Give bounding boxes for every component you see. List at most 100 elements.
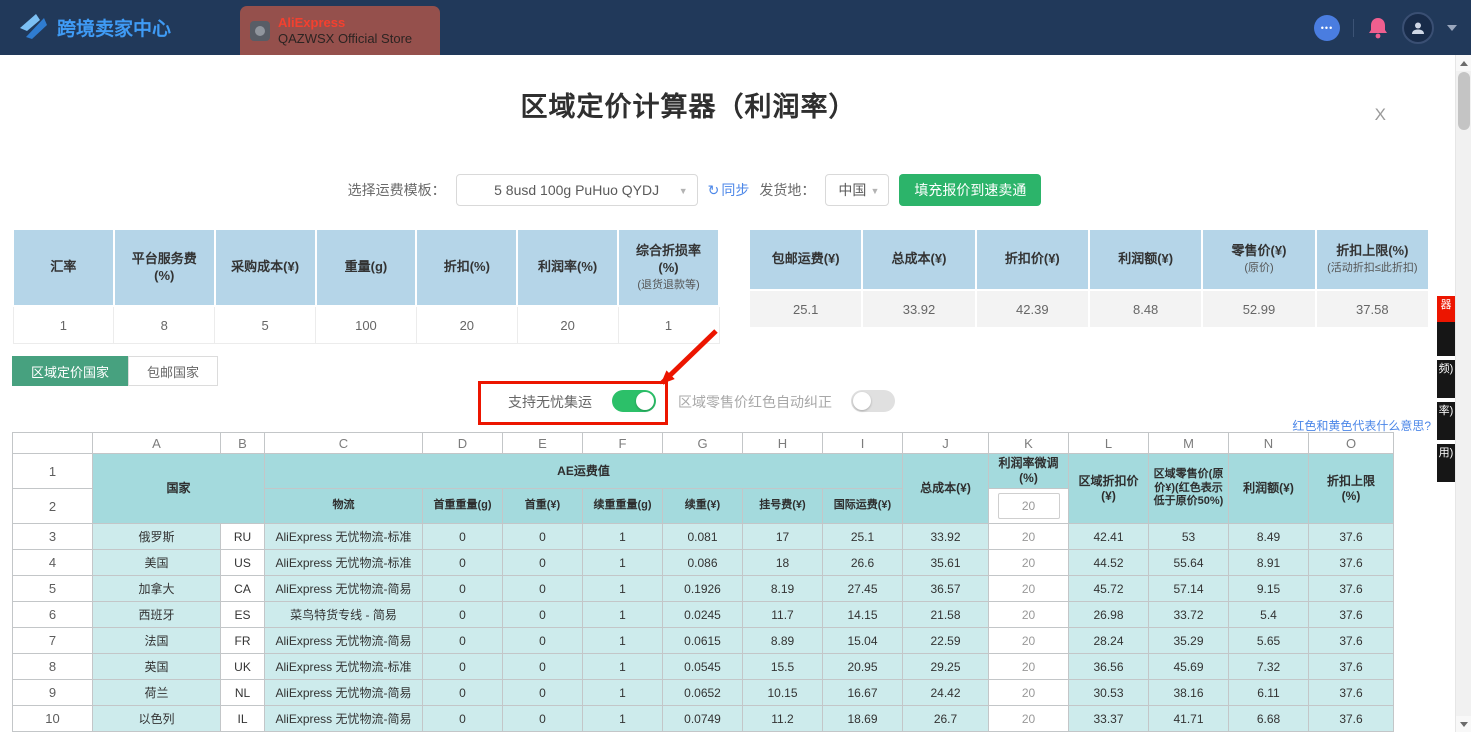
sheet-cell: 0 xyxy=(502,523,583,550)
tab-region-pricing-countries[interactable]: 区域定价国家 xyxy=(12,356,129,386)
sheet-cell: 0.0615 xyxy=(662,627,743,654)
sheet-cell: 0 xyxy=(422,575,503,602)
column-letter: N xyxy=(1228,432,1309,454)
sheet-cell: 以色列 xyxy=(92,705,221,732)
ship-from-select[interactable]: 中国 ▼ xyxy=(825,174,890,206)
brand-title: 跨境卖家中心 xyxy=(57,19,172,40)
results-header-cell: 零售价(¥) (原价) xyxy=(1201,228,1317,291)
pricing-calculator-modal: 区域定价计算器（利润率） X 选择运费模板： 5 8usd 100g PuHuo… xyxy=(0,55,1437,732)
results-value-cell: 52.99 xyxy=(1201,289,1317,329)
toolbar: 选择运费模板： 5 8usd 100g PuHuo QYDJ ▼ ↻ 同步 发货… xyxy=(0,174,1389,206)
intl-freight-header: 国际运费(¥) xyxy=(822,488,903,524)
notifications-bell-icon[interactable] xyxy=(1367,16,1389,40)
sheet-cell: 35.29 xyxy=(1148,627,1229,654)
margin-adjust-cell[interactable]: 20 xyxy=(988,679,1069,706)
row-number: 4 xyxy=(12,549,93,576)
sheet-cell: IL xyxy=(220,705,265,732)
sheet-cell: 英国 xyxy=(92,653,221,680)
sheet-cell: 18 xyxy=(742,549,823,576)
results-header-cell: 利润额(¥) xyxy=(1087,228,1204,291)
params-value-cell: 1 xyxy=(617,305,720,344)
scroll-down-button[interactable] xyxy=(1456,716,1471,732)
user-avatar[interactable] xyxy=(1402,11,1434,44)
margin-adjust-cell[interactable]: 20 xyxy=(988,601,1069,628)
fill-quote-button[interactable]: 填充报价到速卖通 xyxy=(899,174,1042,206)
margin-adjust-input[interactable] xyxy=(997,493,1060,519)
margin-adjust-cell[interactable]: 20 xyxy=(988,549,1069,576)
sheet-cell: 38.16 xyxy=(1148,679,1229,706)
sync-label: 同步 xyxy=(721,182,750,198)
column-letter: E xyxy=(502,432,583,454)
background-tool-button[interactable] xyxy=(1437,322,1455,356)
zone-retail-header: 区域零售价(原价¥)(红色表示低于原价50%) xyxy=(1148,453,1229,524)
results-header-row: 包邮运费(¥) 总成本(¥) 折扣价(¥) 利润额(¥) 零售价(¥) (原价) 折扣上限(… xyxy=(747,228,1431,291)
scroll-up-button[interactable] xyxy=(1456,55,1471,71)
sheet-cell: 25.1 xyxy=(822,523,903,550)
chevron-down-icon: ▼ xyxy=(870,186,880,196)
store-tab[interactable]: AliExpress QAZWSX Official Store xyxy=(240,6,440,55)
sheet-cell: 18.69 xyxy=(822,705,903,732)
toggle-knob xyxy=(636,392,654,410)
first-weight-header: 首重重量(g) xyxy=(422,488,503,524)
sheet-cell: 35.61 xyxy=(902,549,989,576)
sheet-cell: 9.15 xyxy=(1228,575,1309,602)
sheet-cell: 26.98 xyxy=(1068,601,1149,628)
tab-free-shipping-countries[interactable]: 包邮国家 xyxy=(128,356,219,386)
params-values-row: 1 8 5 100 20 20 1 xyxy=(12,305,720,344)
cont-fee-header: 续重(¥) xyxy=(662,488,743,524)
cont-weight-header: 续重重量(g) xyxy=(582,488,663,524)
sheet-cell: 55.64 xyxy=(1148,549,1229,576)
column-letter: F xyxy=(582,432,663,454)
sheet-cell: 俄罗斯 xyxy=(92,523,221,550)
sync-link[interactable]: ↻ 同步 xyxy=(708,180,750,200)
sheet-cell: AliExpress 无忧物流-简易 xyxy=(264,679,423,706)
margin-adjust-cell[interactable]: 20 xyxy=(988,705,1069,732)
margin-adjust-cell[interactable]: 20 xyxy=(988,627,1069,654)
sheet-cell: 1 xyxy=(582,653,663,680)
background-tool-button[interactable]: 器 xyxy=(1437,296,1455,322)
background-tool-button[interactable]: 用) xyxy=(1437,444,1455,482)
ship-from-label: 发货地： xyxy=(759,182,816,198)
params-header-cell: 重量(g) xyxy=(314,228,418,307)
topbar-actions: ••• xyxy=(1314,11,1457,44)
sheet-cell: 8.19 xyxy=(742,575,823,602)
sheet-cell: 7.32 xyxy=(1228,653,1309,680)
messages-icon[interactable]: ••• xyxy=(1314,14,1340,41)
scrollbar-thumb[interactable] xyxy=(1458,72,1470,130)
background-tool-button[interactable]: 率) xyxy=(1437,402,1455,440)
background-tool-button[interactable]: 频) xyxy=(1437,360,1455,398)
margin-adjust-cell[interactable]: 20 xyxy=(988,523,1069,550)
sheet-cell: 24.42 xyxy=(902,679,989,706)
shipping-template-select[interactable]: 5 8usd 100g PuHuo QYDJ ▼ xyxy=(455,174,698,206)
results-value-cell: 37.58 xyxy=(1314,289,1431,329)
sheet-cell: 0.081 xyxy=(662,523,743,550)
sheet-cell: 5.4 xyxy=(1228,601,1309,628)
results-value-cell: 33.92 xyxy=(861,289,977,329)
sheet-cell: 0 xyxy=(422,679,503,706)
margin-adjust-cell[interactable]: 20 xyxy=(988,653,1069,680)
row-number: 6 xyxy=(12,601,93,628)
first-fee-header: 首重(¥) xyxy=(502,488,583,524)
worry-free-consolidation-toggle[interactable] xyxy=(612,390,656,412)
chevron-down-icon: ▼ xyxy=(678,186,688,196)
chat-dots-glyph: ••• xyxy=(1320,22,1334,33)
retail-auto-correct-toggle[interactable] xyxy=(851,390,895,412)
row-number: 2 xyxy=(12,488,93,524)
ae-freight-group-header: AE运费值 xyxy=(264,453,903,489)
worry-free-toggle-label: 支持无忧集运 xyxy=(508,394,592,410)
seller-center-brand[interactable]: 跨境卖家中心 xyxy=(18,12,171,44)
toggle-row: 支持无忧集运 区域零售价红色自动纠正 xyxy=(0,383,1437,423)
results-table: 包邮运费(¥) 总成本(¥) 折扣价(¥) 利润额(¥) 零售价(¥) (原价) 折扣上限(… xyxy=(747,228,1431,329)
vertical-scrollbar[interactable] xyxy=(1455,55,1471,732)
sheet-cell: 加拿大 xyxy=(92,575,221,602)
params-value-cell: 20 xyxy=(516,305,619,344)
margin-adjust-cell[interactable]: 20 xyxy=(988,575,1069,602)
sheet-cell: 0 xyxy=(502,601,583,628)
params-header-cell: 采购成本(¥) xyxy=(213,228,317,307)
close-button[interactable]: X xyxy=(1375,105,1386,125)
sheet-cell: 0.1926 xyxy=(662,575,743,602)
sheet-cell: FR xyxy=(220,627,265,654)
results-value-cell: 42.39 xyxy=(974,289,1090,329)
sheet-cell: AliExpress 无忧物流-标准 xyxy=(264,523,423,550)
results-values-row: 25.1 33.92 42.39 8.48 52.99 37.58 xyxy=(747,289,1431,329)
